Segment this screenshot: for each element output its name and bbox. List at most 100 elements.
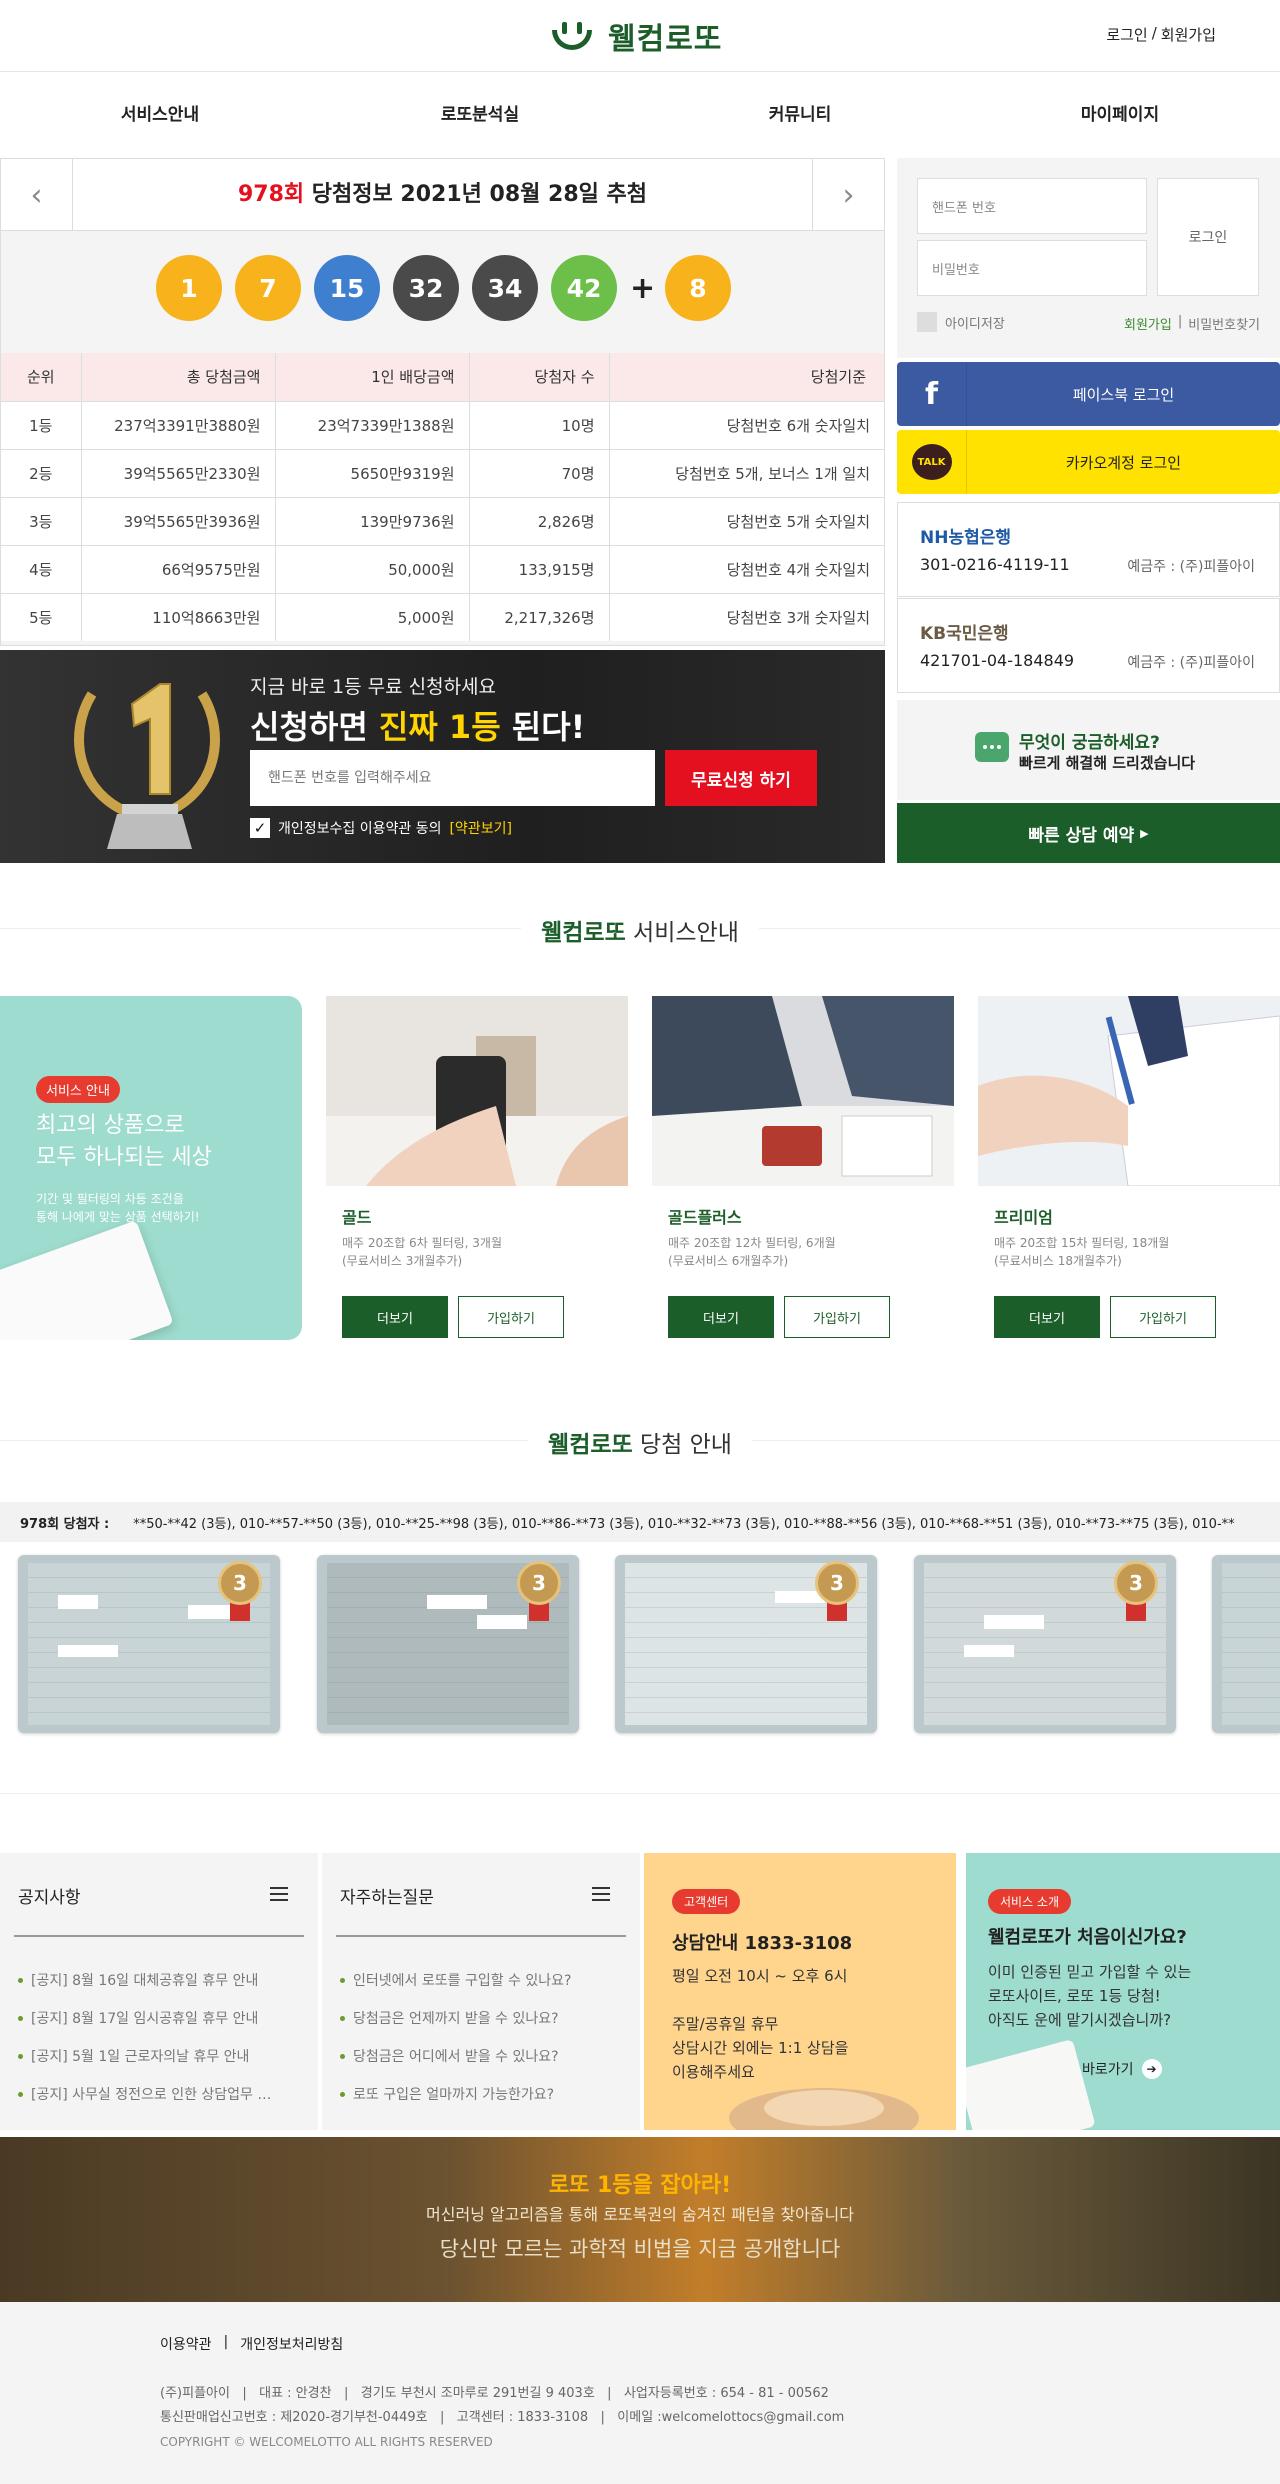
free-apply-banner: 지금 바로 1등 무료 신청하세요 신청하면 진짜 1등 된다! 무료신청 하기… xyxy=(0,650,885,863)
product-name: 프리미엄 xyxy=(994,1208,1053,1227)
cs-line: 주말/공휴일 휴무 xyxy=(672,2015,779,2033)
intro-badge: 서비스 소개 xyxy=(988,1889,1072,1914)
save-id-checkbox[interactable] xyxy=(917,312,937,332)
lotto-ball: 42 xyxy=(551,255,617,321)
more-button[interactable]: 더보기 xyxy=(994,1296,1100,1338)
rank-medal-icon: 3 xyxy=(218,1561,262,1605)
caret-right-icon: ▶ xyxy=(1140,826,1149,840)
bank-name: NH농협은행 xyxy=(920,528,1012,548)
quick-consult-label: 빠른 상담 예약 xyxy=(1028,825,1135,846)
cs-line: 상담시간 외에는 1:1 상담을 xyxy=(672,2039,849,2057)
nav-service-info[interactable]: 서비스안내 xyxy=(0,72,320,158)
table-cell: 당첨번호 5개 숫자일치 xyxy=(609,496,884,545)
nav-lotto-analysis[interactable]: 로또분석실 xyxy=(320,72,640,158)
apply-title-part: 신청하면 xyxy=(250,708,379,746)
promo-title: 로또 1등을 잡아라! xyxy=(548,2173,732,2198)
list-item[interactable]: [공지] 사무실 정전으로 인한 상담업무 … xyxy=(18,2075,271,2113)
bank-name: KB국민은행 xyxy=(920,624,1009,644)
phone-photo-image xyxy=(326,996,628,1186)
winning-ticket-image[interactable]: 3 xyxy=(914,1555,1176,1733)
apply-title-part: 된다! xyxy=(500,708,586,746)
facebook-login-button[interactable]: f 페이스북 로그인 xyxy=(897,362,1280,426)
desc-line: 매주 20조합 15차 필터링, 18개월 xyxy=(994,1236,1170,1250)
save-id: 아이디저장 xyxy=(917,312,1005,332)
agree-checkbox-check-icon[interactable]: ✓ xyxy=(250,818,270,838)
find-password-link[interactable]: 비밀번호찾기 xyxy=(1188,314,1260,333)
qna-subtitle: 빠르게 해결해 드리겠습니다 xyxy=(1019,754,1196,772)
kakao-login-button[interactable]: TALK 카카오계정 로그인 xyxy=(897,430,1280,494)
qna-box: 무엇이 궁금하세요? 빠르게 해결해 드리겠습니다 xyxy=(897,700,1280,800)
service-intro-card: 서비스 안내 최고의 상품으로 모두 하나되는 세상 기간 및 필터링의 차등 … xyxy=(0,996,302,1340)
winning-ticket-image[interactable]: 3 xyxy=(615,1555,877,1733)
more-button[interactable]: 더보기 xyxy=(668,1296,774,1338)
winning-ticket-image[interactable]: 3 xyxy=(317,1555,579,1733)
nav-mypage[interactable]: 마이페이지 xyxy=(960,72,1280,158)
nav-community[interactable]: 커뮤니티 xyxy=(640,72,960,158)
bonus-ball: 8 xyxy=(665,255,731,321)
privacy-link[interactable]: 개인정보처리방침 xyxy=(240,2334,343,2354)
terms-link[interactable]: 이용약관 xyxy=(160,2334,212,2354)
free-apply-button[interactable]: 무료신청 하기 xyxy=(665,750,817,806)
login-box: 핸드폰 번호 비밀번호 로그인 아이디저장 회원가입 | 비밀번호찾기 xyxy=(897,158,1280,358)
col-header: 순위 xyxy=(1,353,82,401)
phone-number-input[interactable] xyxy=(250,750,655,806)
faq-list: 인터넷에서 로또를 구입할 수 있나요? 당첨금은 언제까지 받을 수 있나요?… xyxy=(340,1961,571,2113)
login-phone-field[interactable]: 핸드폰 번호 xyxy=(917,178,1147,234)
bank-account-kb: KB국민은행 421701-04-184849 예금주 : (주)피플아이 xyxy=(897,598,1280,693)
product-card-gold: 골드 매주 20조합 6차 필터링, 3개월 (무료서비스 3개월추가) 더보기… xyxy=(326,996,628,1340)
table-cell: 5,000원 xyxy=(275,592,470,641)
list-item[interactable]: [공지] 5월 1일 근로자의날 휴무 안내 xyxy=(18,2037,271,2075)
winning-ticket-image[interactable]: 3 xyxy=(18,1555,280,1733)
bank-holder: 예금주 : (주)피플아이 xyxy=(1127,655,1255,671)
login-link[interactable]: 로그인 xyxy=(1106,24,1147,45)
product-card-premium: 프리미엄 매주 20조합 15차 필터링, 18개월 (무료서비스 18개월추가… xyxy=(978,996,1280,1340)
join-button[interactable]: 가입하기 xyxy=(458,1296,564,1338)
faq-box: 자주하는질문 인터넷에서 로또를 구입할 수 있나요? 당첨금은 언제까지 받을… xyxy=(322,1853,640,2130)
list-item[interactable]: [공지] 8월 17일 임시공휴일 휴무 안내 xyxy=(18,1999,271,2037)
draw-result-panel: ‹ 978회 당첨정보 2021년 08월 28일 추첨 › 1 7 15 32… xyxy=(0,158,885,646)
table-row: 2등 39억5565만2330원 5650만9319원 70명 당첨번호 5개,… xyxy=(1,448,884,497)
table-cell: 237억3391만3880원 xyxy=(81,400,276,449)
kakao-icon-text: TALK xyxy=(911,444,952,480)
login-button[interactable]: 로그인 xyxy=(1157,178,1259,296)
gift-box-icon xyxy=(966,2039,1096,2130)
apply-subtitle: 지금 바로 1등 무료 신청하세요 xyxy=(250,676,497,698)
service-badge: 서비스 안내 xyxy=(36,1076,120,1103)
draw-title-text: 당첨정보 2021년 08월 28일 추첨 xyxy=(304,182,648,207)
desc-line: 기간 및 필터링의 차등 조건을 xyxy=(36,1192,184,1206)
desc-line: 매주 20조합 12차 필터링, 6개월 xyxy=(668,1236,836,1250)
list-item[interactable]: [공지] 8월 16일 대체공휴일 휴무 안내 xyxy=(18,1961,271,1999)
list-item[interactable]: 인터넷에서 로또를 구입할 수 있나요? xyxy=(340,1961,571,1999)
signup-link[interactable]: 회원가입 xyxy=(1161,24,1216,45)
site-logo[interactable]: 웰컴로또 xyxy=(548,14,722,58)
lotto-ball: 34 xyxy=(472,255,538,321)
go-link[interactable]: 바로가기 ➔ xyxy=(1082,2059,1162,2079)
product-desc: 매주 20조합 12차 필터링, 6개월 (무료서비스 6개월추가) xyxy=(668,1234,836,1270)
table-cell: 당첨번호 4개 숫자일치 xyxy=(609,544,884,593)
login-password-field[interactable]: 비밀번호 xyxy=(917,240,1147,296)
join-button[interactable]: 가입하기 xyxy=(1110,1296,1216,1338)
bank-account-number: 421701-04-184849 xyxy=(920,651,1075,670)
col-header: 당첨자 수 xyxy=(469,353,610,401)
bank-account-nh: NH농협은행 301-0216-4119-11 예금주 : (주)피플아이 xyxy=(897,502,1280,597)
prev-draw-chevron-left-icon[interactable]: ‹ xyxy=(1,159,73,231)
lotto-ball: 7 xyxy=(235,255,301,321)
menu-hamburger-icon[interactable] xyxy=(270,1887,288,1901)
winning-ticket-image[interactable] xyxy=(1212,1555,1280,1733)
quick-consult-button[interactable]: 빠른 상담 예약 ▶ xyxy=(897,803,1280,863)
next-draw-chevron-right-icon[interactable]: › xyxy=(812,159,884,231)
more-button[interactable]: 더보기 xyxy=(342,1296,448,1338)
list-item[interactable]: 당첨금은 어디에서 받을 수 있나요? xyxy=(340,2037,571,2075)
view-terms-link[interactable]: [약관보기] xyxy=(449,818,511,838)
business-meeting-image xyxy=(652,996,954,1186)
table-cell: 당첨번호 6개 숫자일치 xyxy=(609,400,884,449)
menu-hamburger-icon[interactable] xyxy=(592,1887,610,1901)
list-item[interactable]: 로또 구입은 얼마까지 가능한가요? xyxy=(340,2075,571,2113)
gift-box-icon xyxy=(0,1220,174,1340)
table-cell: 39억5565만2330원 xyxy=(81,448,276,497)
join-link[interactable]: 회원가입 xyxy=(1124,314,1172,333)
join-button[interactable]: 가입하기 xyxy=(784,1296,890,1338)
list-item[interactable]: 당첨금은 언제까지 받을 수 있나요? xyxy=(340,1999,571,2037)
section-title-brand: 웰컴로또 xyxy=(541,920,626,946)
clam-shell-image xyxy=(729,2088,919,2130)
